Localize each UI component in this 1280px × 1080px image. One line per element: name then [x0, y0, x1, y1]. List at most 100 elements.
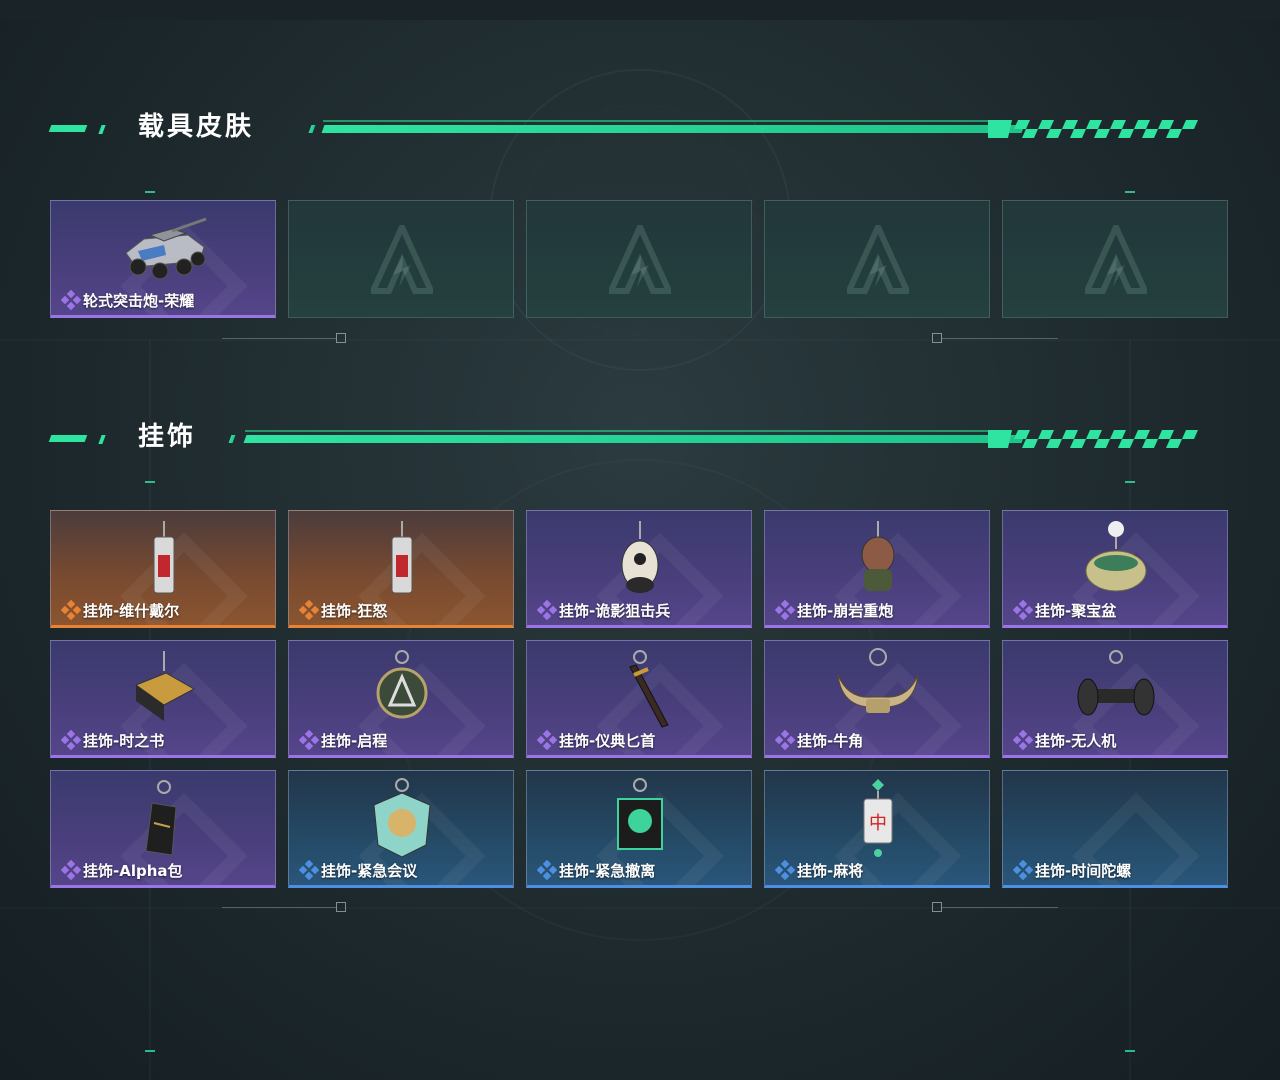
rarity-diamond-icon: [61, 730, 81, 750]
card-label: 挂饰-狂怒: [321, 602, 388, 620]
header-bar: [243, 435, 1025, 443]
charm-card[interactable]: 挂饰-紧急撤离: [526, 770, 752, 888]
header-thin-line: [245, 430, 988, 432]
charm-card[interactable]: 挂饰-仪典匕首: [526, 640, 752, 758]
rarity-diamond-icon: [1013, 860, 1033, 880]
card-label: 挂饰-牛角: [797, 732, 864, 750]
rarity-diamond-icon: [61, 290, 81, 310]
rarity-diamond-icon: [537, 860, 557, 880]
rarity-diamond-icon: [537, 600, 557, 620]
card-label: 挂饰-维什戴尔: [83, 602, 180, 620]
corner-tick: [1125, 481, 1135, 483]
dagger-charm-icon: [629, 650, 669, 728]
rarity-diamond-icon: [299, 730, 319, 750]
divider-line: [222, 907, 336, 908]
section-title: 载具皮肤: [138, 112, 255, 142]
badge-charm-icon: [373, 778, 431, 858]
card-label: 挂饰-无人机: [1035, 732, 1117, 750]
section-header-charms: 挂饰: [48, 422, 1208, 452]
divider-square: [336, 902, 346, 912]
placeholder-logo-icon: [1085, 225, 1147, 294]
header-bar: [321, 125, 1025, 133]
corner-tick: [1125, 191, 1135, 193]
header-dash: [98, 125, 106, 134]
divider-line: [942, 907, 1058, 908]
charm-card[interactable]: 挂饰-时间陀螺: [1002, 770, 1228, 888]
rarity-diamond-icon: [1013, 600, 1033, 620]
card-label: 挂饰-时之书: [83, 732, 165, 750]
header-checker-pattern: [988, 120, 1198, 138]
corner-tick: [145, 191, 155, 193]
divider-square: [336, 333, 346, 343]
top-bar: [0, 0, 1280, 20]
empty-slot-card[interactable]: [288, 200, 514, 318]
figure-charm-icon: [861, 521, 895, 591]
divider-line: [222, 338, 336, 339]
rarity-diamond-icon: [61, 600, 81, 620]
header-thin-line: [323, 120, 988, 122]
rarity-diamond-icon: [299, 600, 319, 620]
card-label: 挂饰-紧急会议: [321, 862, 418, 880]
card-label: 挂饰-启程: [321, 732, 388, 750]
card-label: 挂饰-仪典匕首: [559, 732, 656, 750]
header-bar-tick: [308, 125, 316, 133]
drone-charm-icon: [1077, 650, 1155, 716]
rarity-diamond-icon: [775, 860, 795, 880]
corner-tick: [145, 1050, 155, 1052]
placeholder-logo-icon: [609, 225, 671, 294]
divider-square: [932, 333, 942, 343]
corner-tick: [145, 481, 155, 483]
svg-text:中: 中: [869, 813, 887, 834]
rarity-diamond-icon: [61, 860, 81, 880]
mahjong-tile-charm-icon: 中: [863, 779, 893, 857]
empty-art-icon: [1066, 775, 1166, 859]
card-label: 挂饰-时间陀螺: [1035, 862, 1132, 880]
book-charm-icon: [134, 651, 196, 721]
charm-card[interactable]: 挂饰-狂怒: [288, 510, 514, 628]
empty-slot-card[interactable]: [1002, 200, 1228, 318]
header-dash: [48, 435, 88, 442]
divider-square: [932, 902, 942, 912]
keychain-charm-icon: [391, 521, 413, 594]
placeholder-logo-icon: [371, 225, 433, 294]
section-header-vehicle-skins: 载具皮肤: [48, 112, 1208, 142]
charm-card[interactable]: 挂饰-崩岩重炮: [764, 510, 990, 628]
charm-card[interactable]: 挂饰-启程: [288, 640, 514, 758]
rarity-diamond-icon: [1013, 730, 1033, 750]
placeholder-logo-icon: [847, 225, 909, 294]
empty-slot-card[interactable]: [764, 200, 990, 318]
card-label: 挂饰-聚宝盆: [1035, 602, 1117, 620]
charm-card[interactable]: 挂饰-无人机: [1002, 640, 1228, 758]
rarity-diamond-icon: [537, 730, 557, 750]
card-label: 挂饰-麻将: [797, 862, 864, 880]
card-label: 挂饰-诡影狙击兵: [559, 602, 671, 620]
armored-vehicle-icon: [125, 217, 207, 280]
keychain-charm-icon: [153, 521, 175, 594]
medallion-charm-icon: [376, 650, 428, 719]
pouch-charm-icon: [145, 780, 177, 856]
section-title: 挂饰: [138, 422, 197, 452]
bird-charm-icon: [621, 521, 659, 593]
horns-charm-icon: [837, 648, 919, 713]
rarity-diamond-icon: [775, 600, 795, 620]
charm-card[interactable]: 挂饰-诡影狙击兵: [526, 510, 752, 628]
header-checker-pattern: [988, 430, 1198, 448]
card-label: 挂饰-紧急撤离: [559, 862, 656, 880]
vehicle-skin-card[interactable]: 轮式突击炮-荣耀: [50, 200, 276, 318]
header-dash: [48, 125, 88, 132]
header-dash: [98, 435, 106, 444]
divider-line: [942, 338, 1058, 339]
charm-card[interactable]: 挂饰-时之书: [50, 640, 276, 758]
charm-card[interactable]: 挂饰-牛角: [764, 640, 990, 758]
skull-tag-charm-icon: [617, 778, 663, 850]
charm-card[interactable]: 挂饰-聚宝盆: [1002, 510, 1228, 628]
empty-slot-card[interactable]: [526, 200, 752, 318]
corner-tick: [1125, 1050, 1135, 1052]
charm-card[interactable]: 中挂饰-麻将: [764, 770, 990, 888]
charm-card[interactable]: 挂饰-维什戴尔: [50, 510, 276, 628]
card-label: 挂饰-崩岩重炮: [797, 602, 894, 620]
charm-card[interactable]: 挂饰-Alpha包: [50, 770, 276, 888]
rarity-diamond-icon: [299, 860, 319, 880]
charm-card[interactable]: 挂饰-紧急会议: [288, 770, 514, 888]
card-label: 轮式突击炮-荣耀: [83, 292, 195, 310]
